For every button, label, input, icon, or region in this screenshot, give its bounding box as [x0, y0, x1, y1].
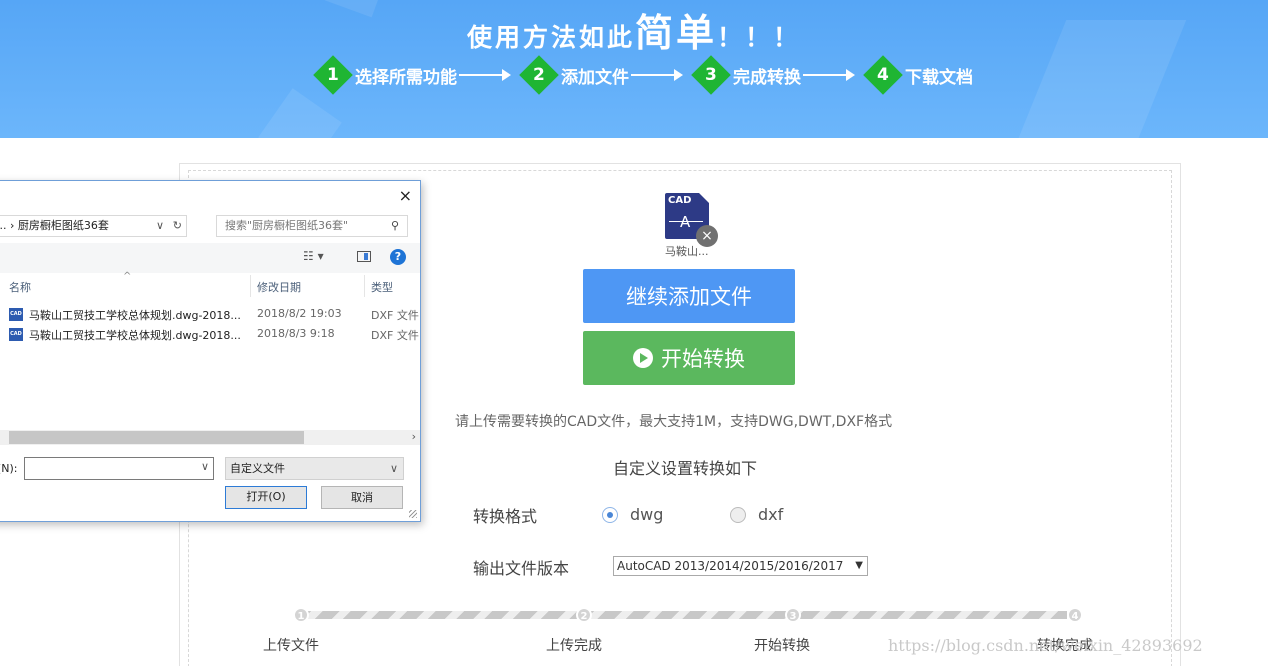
close-icon[interactable]: × — [399, 186, 412, 205]
progress-step-3-dot: 3 — [785, 607, 801, 623]
step-number-badge: 3 — [691, 55, 731, 95]
scroll-right-icon[interactable]: › — [412, 430, 416, 443]
step-label: 添加文件 — [561, 67, 629, 88]
watermark: https://blog.csdn.net/weixin_42893692 — [888, 636, 1203, 655]
arrow-right-icon — [803, 69, 855, 81]
start-convert-label: 开始转换 — [661, 347, 745, 371]
format-label: 转换格式 — [473, 507, 538, 526]
refresh-icon[interactable]: ↻ — [173, 216, 182, 236]
add-more-files-label: 继续添加文件 — [626, 285, 752, 309]
step-label: 选择所需功能 — [355, 67, 457, 88]
step-number-badge: 1 — [313, 55, 353, 95]
file-list-item[interactable]: CAD 马鞍山工贸技工学校总体规划.dwg-2018... 2018/8/2 1… — [0, 305, 421, 325]
usage-step-2: 2 添加文件 — [519, 55, 629, 95]
version-label: 输出文件版本 — [473, 559, 570, 578]
address-bar[interactable]: ... › 厨房橱柜图纸36套 ∨ ↻ — [0, 215, 187, 237]
column-divider[interactable] — [364, 275, 365, 297]
banner-title-prefix: 使用方法如此 — [466, 23, 635, 52]
usage-step-3: 3 完成转换 — [691, 55, 801, 95]
start-convert-button[interactable]: 开始转换 — [583, 331, 795, 385]
help-icon[interactable]: ? — [390, 249, 406, 265]
radio-unchecked-icon — [730, 506, 746, 523]
search-input[interactable]: 搜索"厨房橱柜图纸36套" ⚲ — [216, 215, 408, 237]
dropdown-arrow-icon: ▼ — [855, 560, 863, 571]
progress-track — [307, 611, 1067, 619]
filetype-select[interactable]: 自定义文件 ∨ — [225, 457, 404, 480]
sort-caret-icon: ^ — [123, 271, 132, 282]
cancel-button[interactable]: 取消 — [321, 486, 403, 509]
file-open-dialog: × ... › 厨房橱柜图纸36套 ∨ ↻ 搜索"厨房橱柜图纸36套" ⚲ ☷ … — [0, 180, 421, 522]
arrow-right-icon — [459, 69, 511, 81]
file-name: 马鞍山... — [665, 245, 709, 258]
banner: 使用方法如此简单！！！ 1 选择所需功能 2 添加文件 3 完成转换 4 下载文… — [0, 0, 1268, 138]
format-radio-dxf[interactable]: dxf — [730, 505, 783, 524]
filename-input[interactable]: ∨ — [24, 457, 214, 480]
horizontal-scrollbar[interactable]: ‹ › — [0, 430, 420, 445]
view-options-icon[interactable]: ☷ ▾ — [303, 249, 324, 263]
banner-title-big: 简单 — [634, 11, 717, 55]
scrollbar-thumb[interactable] — [9, 431, 304, 444]
uploaded-file[interactable]: CAD A × 马鞍山... — [665, 193, 725, 258]
step-number-badge: 2 — [519, 55, 559, 95]
chevron-down-icon[interactable]: ∨ — [201, 460, 209, 473]
column-header-type[interactable]: 类型 — [371, 279, 393, 295]
search-icon: ⚲ — [390, 219, 399, 232]
step-number-badge: 4 — [863, 55, 903, 95]
column-divider[interactable] — [250, 275, 251, 297]
progress-step-2-label: 上传完成 — [546, 638, 602, 654]
usage-step-1: 1 选择所需功能 — [313, 55, 457, 95]
usage-step-4: 4 下载文档 — [863, 55, 973, 95]
dialog-toolbar: ☷ ▾ ? — [0, 243, 420, 273]
banner-title-suffix: ！！！ — [717, 23, 802, 52]
resize-grip-icon[interactable] — [409, 510, 417, 518]
add-more-files-button[interactable]: 继续添加文件 — [583, 269, 795, 323]
banner-title: 使用方法如此简单！！！ — [0, 2, 1268, 57]
open-button[interactable]: 打开(O) — [225, 486, 307, 509]
settings-title: 自定义设置转换如下 — [613, 459, 758, 478]
upload-hint: 请上传需要转换的CAD文件，最大支持1M，支持DWG,DWT,DXF格式 — [455, 414, 893, 430]
version-select[interactable]: AutoCAD 2013/2014/2015/2016/2017 ▼ — [613, 556, 868, 576]
chevron-down-icon: ∨ — [389, 462, 398, 475]
cad-file-icon: CAD — [9, 328, 23, 341]
format-radio-dwg[interactable]: dwg — [602, 505, 663, 524]
play-icon — [633, 348, 653, 368]
arrow-right-icon — [631, 69, 683, 81]
step-label: 完成转换 — [733, 67, 801, 88]
column-header-date[interactable]: 修改日期 — [257, 279, 301, 295]
column-header-name[interactable]: 名称 — [9, 279, 31, 295]
step-label: 下载文档 — [905, 67, 973, 88]
filename-label: (N): — [0, 462, 18, 475]
cad-file-icon: CAD — [9, 308, 23, 321]
preview-pane-icon[interactable] — [357, 251, 371, 262]
progress-step-3-label: 开始转换 — [754, 638, 810, 654]
chevron-down-icon[interactable]: ∨ — [156, 216, 164, 236]
conversion-progress: 1 2 3 4 — [293, 607, 1083, 623]
usage-steps: 1 选择所需功能 2 添加文件 3 完成转换 4 下载文档 — [313, 54, 973, 96]
progress-step-4-dot: 4 — [1067, 607, 1083, 623]
page: 使用方法如此简单！！！ 1 选择所需功能 2 添加文件 3 完成转换 4 下载文… — [0, 0, 1268, 666]
progress-step-2-dot: 2 — [576, 607, 592, 623]
radio-checked-icon — [602, 506, 618, 523]
progress-step-1-label: 上传文件 — [263, 638, 319, 654]
file-list-item[interactable]: CAD 马鞍山工贸技工学校总体规划.dwg-2018... 2018/8/3 9… — [0, 325, 421, 345]
progress-step-1-dot: 1 — [293, 607, 309, 623]
